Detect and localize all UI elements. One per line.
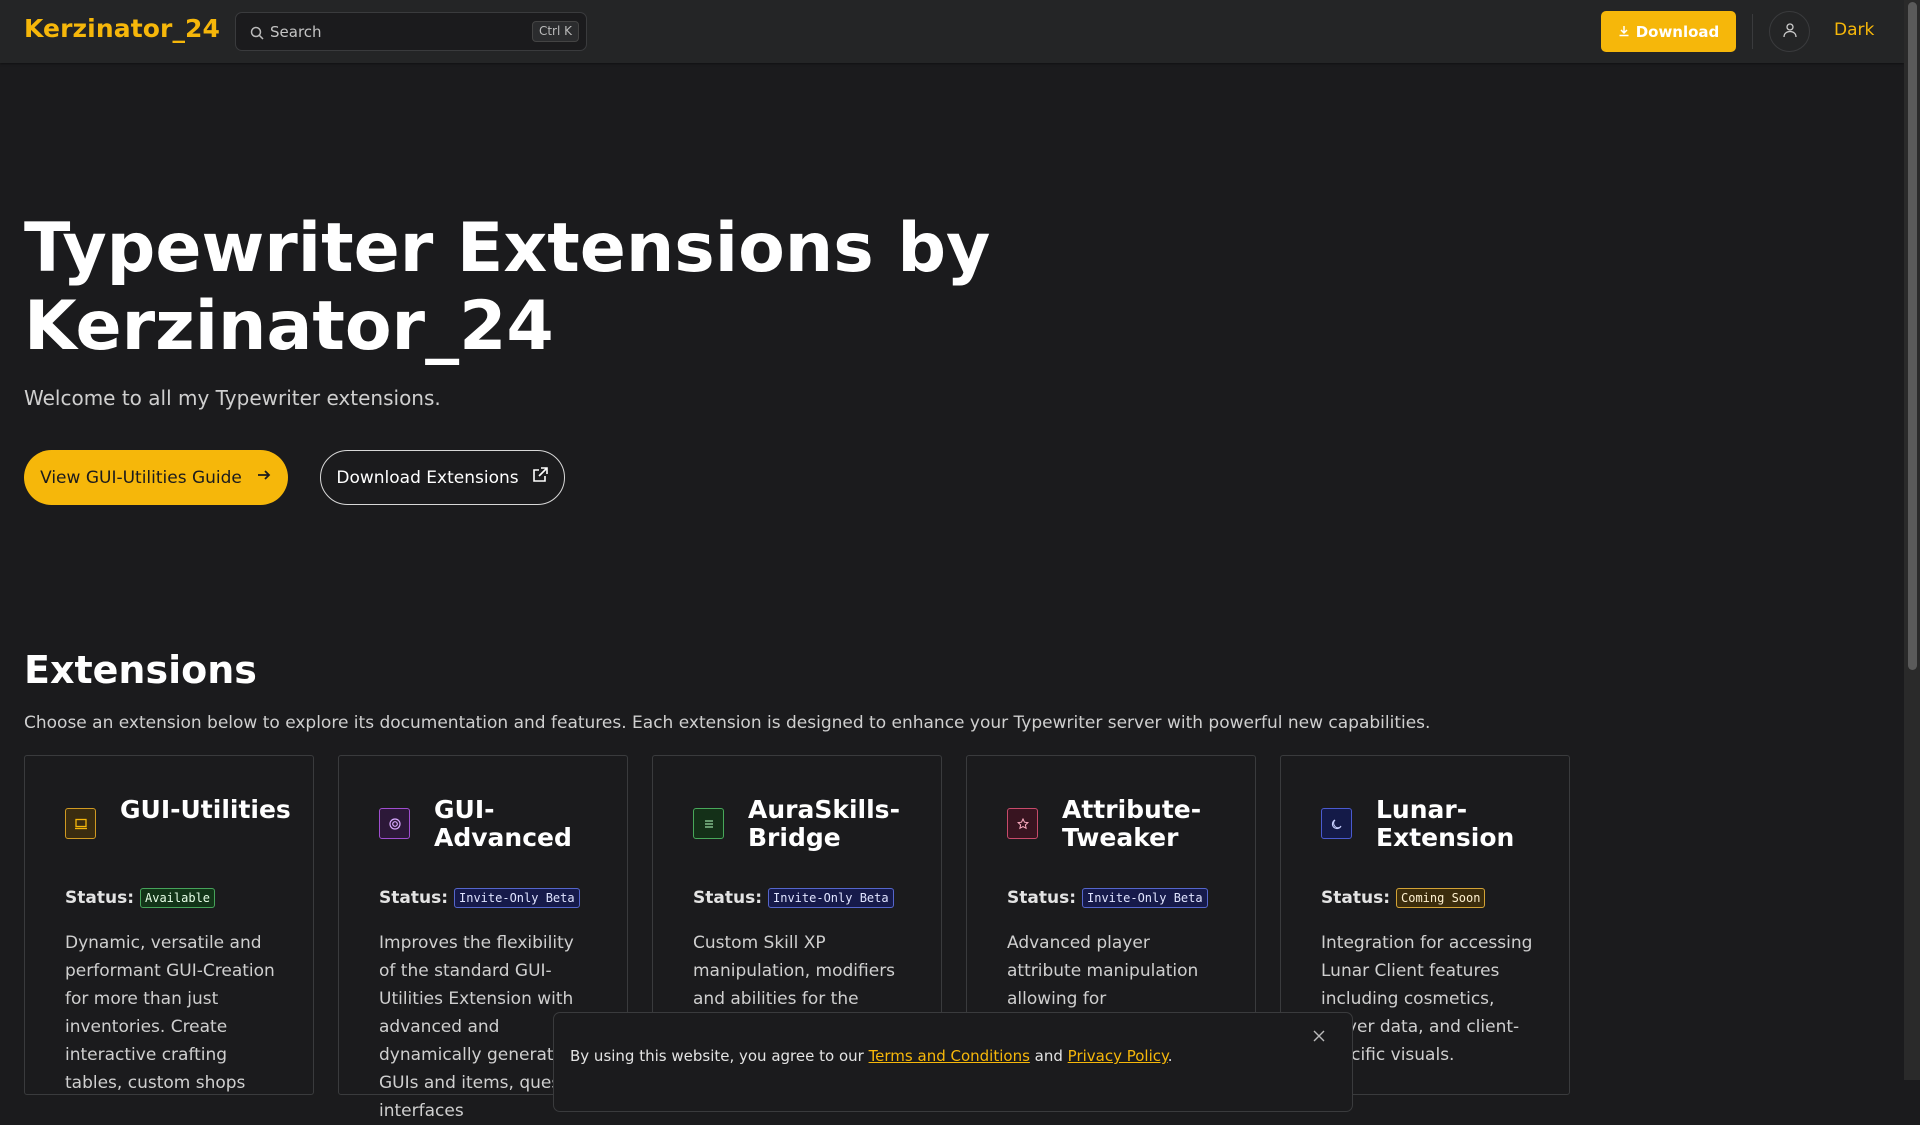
extension-card-title: AuraSkills-Bridge (748, 795, 900, 852)
brand-logo-link[interactable]: Kerzinator_24 (24, 14, 220, 43)
privacy-link[interactable]: Privacy Policy (1068, 1047, 1168, 1065)
extensions-heading: Extensions (24, 648, 257, 692)
cookie-text-middle: and (1029, 1047, 1068, 1065)
extension-card-title: Attribute-Tweaker (1062, 795, 1202, 852)
navbar-divider (1752, 14, 1753, 49)
moon-icon (1321, 808, 1352, 839)
search-box[interactable]: Ctrl K (235, 12, 587, 51)
theme-toggle[interactable]: Dark (1834, 20, 1874, 40)
extension-card-status: Status: Available (65, 888, 216, 908)
external-link-icon (531, 466, 549, 489)
download-extensions-button[interactable]: Download Extensions (320, 450, 565, 505)
search-shortcut-hint: Ctrl K (531, 21, 579, 42)
user-icon (1782, 22, 1798, 41)
status-label: Status: (1321, 888, 1390, 908)
cookie-banner: By using this website, you agree to our … (553, 1012, 1353, 1112)
extension-card-gui-utilities[interactable]: GUI-Utilities Status: Available Dynamic,… (24, 755, 314, 1095)
cookie-text-after: . (1167, 1047, 1173, 1065)
extension-card-description: Integration for accessing Lunar Client f… (1321, 933, 1533, 1065)
download-button[interactable]: Download (1601, 11, 1736, 52)
hero-title: Typewriter Extensions by Kerzinator_24 (24, 209, 991, 366)
status-label: Status: (1007, 888, 1076, 908)
extension-card-status: Status: Invite-Only Beta (693, 888, 894, 908)
status-label: Status: (379, 888, 448, 908)
list-icon (693, 808, 724, 839)
star-icon (1007, 808, 1038, 839)
status-badge: Invite-Only Beta (1082, 888, 1208, 908)
status-badge: Coming Soon (1396, 888, 1486, 908)
search-input[interactable] (270, 21, 510, 43)
user-account-button[interactable] (1769, 11, 1810, 52)
extension-card-description: Dynamic, versatile and performant GUI-Cr… (65, 933, 275, 1093)
status-badge: Available (140, 888, 216, 908)
scrollbar-thumb[interactable] (1908, 2, 1917, 670)
status-label: Status: (65, 888, 134, 908)
extension-card-status: Status: Coming Soon (1321, 888, 1486, 908)
hero-subtitle: Welcome to all my Typewriter extensions. (24, 386, 441, 410)
target-icon (379, 808, 410, 839)
extension-card-title: GUI-Utilities (120, 795, 291, 824)
view-guide-button[interactable]: View GUI-Utilities Guide (24, 450, 288, 505)
search-icon (250, 25, 264, 40)
extension-card-status: Status: Invite-Only Beta (1007, 888, 1208, 908)
window-icon (65, 808, 96, 839)
download-extensions-button-label: Download Extensions (336, 467, 519, 488)
extension-card-title: GUI-Advanced (434, 795, 572, 852)
terms-link[interactable]: Terms and Conditions (869, 1047, 1030, 1065)
extension-card-title: Lunar-Extension (1376, 795, 1515, 852)
cookie-text-before: By using this website, you agree to our (570, 1047, 869, 1065)
extension-card-status: Status: Invite-Only Beta (379, 888, 580, 908)
download-button-label: Download (1635, 22, 1720, 41)
extension-card-description: Custom Skill XP manipulation, modifiers … (693, 933, 896, 1009)
status-badge: Invite-Only Beta (454, 888, 580, 908)
arrow-right-icon (256, 467, 272, 488)
download-icon (1618, 23, 1630, 41)
status-label: Status: (693, 888, 762, 908)
view-guide-button-label: View GUI-Utilities Guide (40, 467, 242, 488)
navbar: Kerzinator_24 Ctrl K Download Dark (0, 0, 1904, 63)
page-scrollbar[interactable] (1904, 0, 1920, 1080)
extensions-description: Choose an extension below to explore its… (24, 713, 1431, 733)
close-icon[interactable] (1308, 1025, 1330, 1047)
cookie-banner-text: By using this website, you agree to our … (570, 1047, 1173, 1065)
status-badge: Invite-Only Beta (768, 888, 894, 908)
